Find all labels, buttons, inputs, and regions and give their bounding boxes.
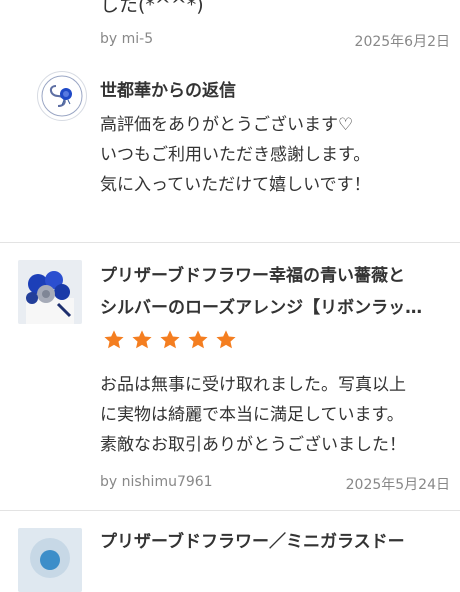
product-thumbnail[interactable]: [18, 528, 82, 592]
divider: [0, 510, 460, 511]
reviewer-name: by mi-5: [100, 31, 154, 47]
reviewer-name: by nishimu7961: [100, 474, 213, 490]
shop-logo-icon: [37, 71, 87, 121]
review-date: 2025年5月24日: [345, 477, 450, 493]
product-title-line: シルバーのローズアレンジ【リボンラッ…: [100, 298, 423, 318]
star-icon: [216, 330, 236, 349]
review-text-clipped: した(*^^*): [100, 0, 204, 16]
star-icon: [104, 330, 124, 349]
product-link[interactable]: プリザーブドフラワー幸福の青い薔薇と シルバーのローズアレンジ【リボンラッ…: [100, 260, 450, 324]
review-date: 2025年6月2日: [354, 34, 450, 50]
star-rating: [103, 329, 237, 351]
review-line: お品は無事に受け取れました。写真以上: [100, 375, 406, 395]
reply-line: 気に入っていただけて嬉しいです！: [100, 175, 371, 195]
reply-line: いつもご利用いただき感謝します。: [100, 145, 371, 165]
star-icon: [188, 330, 208, 349]
product-link[interactable]: プリザーブドフラワー／ミニガラスドー: [100, 526, 450, 558]
reply-line: 高評価をありがとうございます♡: [100, 115, 354, 135]
star-icon: [132, 330, 152, 349]
review-body: お品は無事に受け取れました。写真以上 に実物は綺麗で本当に満足しています。 素敵…: [100, 370, 406, 460]
shop-reply-title: 世都華からの返信: [100, 81, 236, 101]
product-thumbnail[interactable]: [18, 260, 82, 324]
review-line: に実物は綺麗で本当に満足しています。: [100, 405, 404, 425]
review-line: 素敵なお取引ありがとうございました！: [100, 435, 406, 455]
product-title-line: プリザーブドフラワー／ミニガラスドー: [100, 532, 405, 552]
product-title-line: プリザーブドフラワー幸福の青い薔薇と: [100, 266, 405, 286]
star-icon: [160, 330, 180, 349]
shop-reply-body: 高評価をありがとうございます♡ いつもご利用いただき感謝します。 気に入っていた…: [100, 110, 371, 200]
divider: [0, 242, 460, 243]
